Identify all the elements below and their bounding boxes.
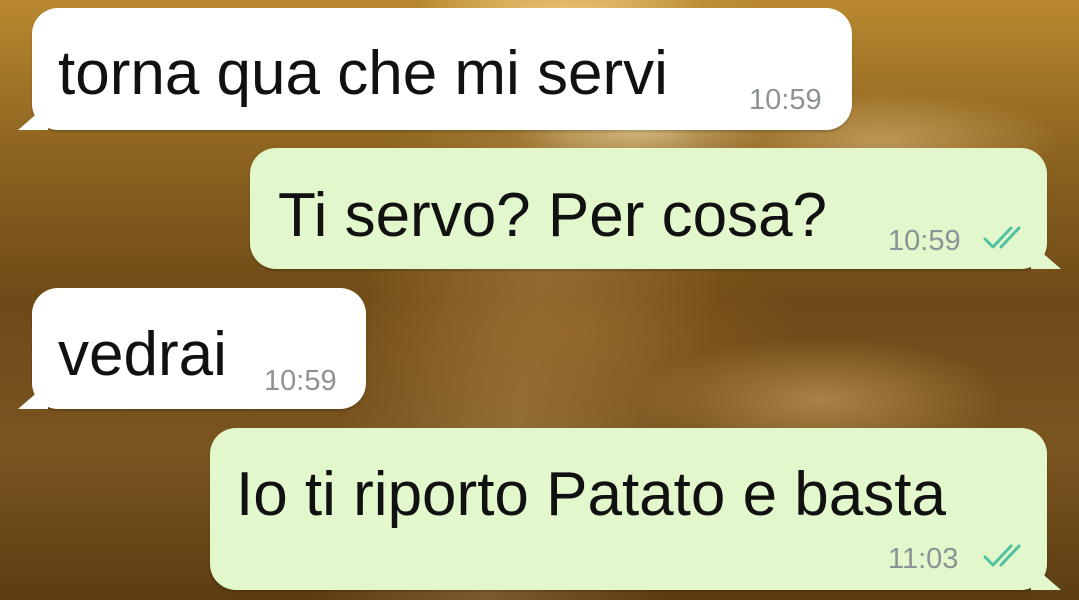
message-bubble-incoming[interactable]: torna qua che mi servi 10:59	[32, 8, 852, 130]
message-bubble-outgoing[interactable]: Ti servo? Per cosa? 10:59	[250, 148, 1047, 269]
message-timestamp: 10:59	[888, 225, 961, 257]
message-text: torna qua che mi servi	[58, 39, 668, 108]
message-bubble-outgoing[interactable]: Io ti riporto Patato e basta 11:03	[210, 428, 1047, 590]
message-text: Ti servo? Per cosa?	[278, 181, 828, 250]
message-timestamp: 11:03	[888, 543, 959, 575]
double-check-icon	[983, 544, 1021, 567]
message-text: vedrai	[58, 320, 227, 389]
message-timestamp: 10:59	[749, 84, 822, 116]
message-text: Io ti riporto Patato e basta	[236, 460, 946, 529]
message-timestamp: 10:59	[264, 365, 337, 397]
double-check-icon	[983, 226, 1021, 249]
message-bubble-incoming[interactable]: vedrai 10:59	[32, 288, 366, 409]
